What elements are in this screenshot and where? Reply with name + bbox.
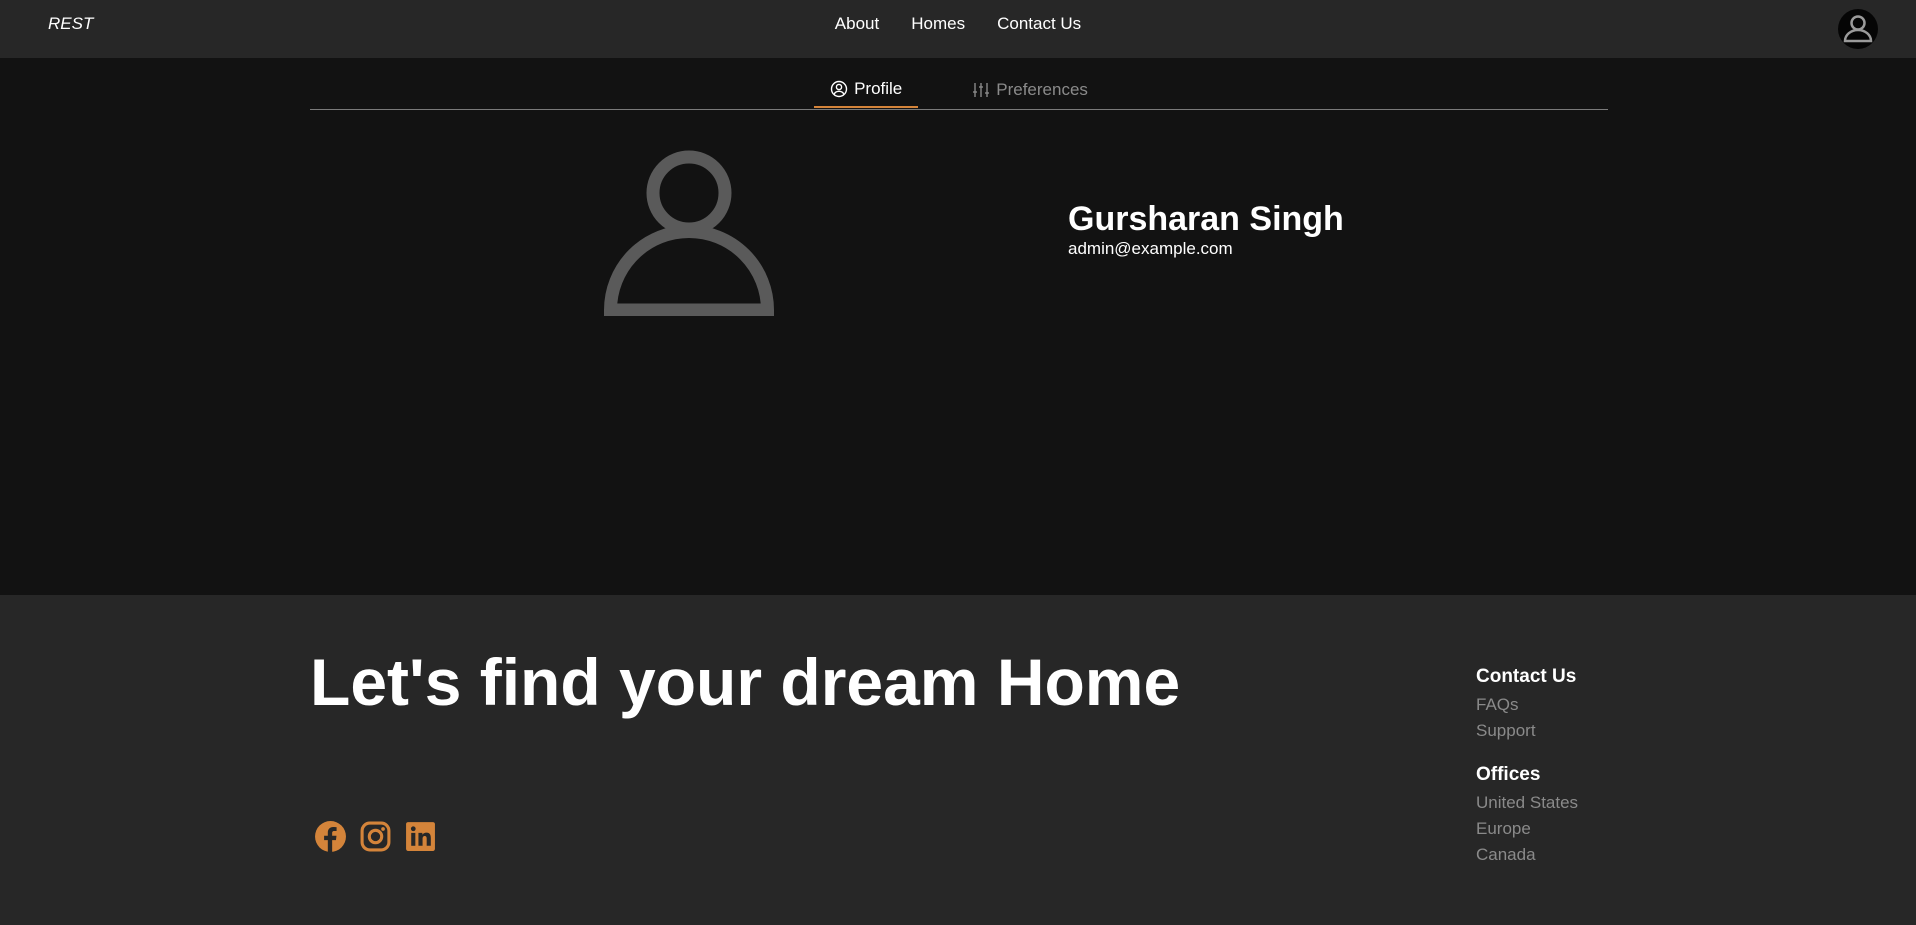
facebook-icon[interactable] xyxy=(314,820,347,853)
user-circle-icon xyxy=(830,80,848,98)
nav-link-about[interactable]: About xyxy=(835,14,879,34)
social-links xyxy=(314,820,437,853)
profile-name: Gursharan Singh xyxy=(1068,200,1344,238)
footer-offices-title: Offices xyxy=(1476,764,1541,785)
footer-link-faqs[interactable]: FAQs xyxy=(1476,692,1576,718)
nav-link-contact-us[interactable]: Contact Us xyxy=(997,14,1081,34)
footer-heading: Let's find your dream Home xyxy=(310,645,1181,719)
nav-link-homes[interactable]: Homes xyxy=(911,14,965,34)
user-circle-icon xyxy=(1843,15,1873,43)
footer-contact-column: Contact Us FAQs Support xyxy=(1476,666,1576,744)
linkedin-icon[interactable] xyxy=(404,820,437,853)
user-menu-button[interactable] xyxy=(1838,9,1878,49)
profile-email: admin@example.com xyxy=(1068,239,1233,258)
footer-link-canada[interactable]: Canada xyxy=(1476,842,1578,868)
footer-link-europe[interactable]: Europe xyxy=(1476,816,1578,842)
user-icon xyxy=(604,150,774,316)
footer: Let's find your dream Home Contact Us FA… xyxy=(0,595,1916,925)
sliders-icon xyxy=(973,83,990,97)
tab-label: Preferences xyxy=(996,80,1088,99)
footer-offices-column: Offices United States Europe Canada xyxy=(1476,764,1578,868)
tab-profile[interactable]: Profile xyxy=(814,72,919,108)
profile-tabs: Profile Preferences xyxy=(310,72,1608,110)
tab-label: Profile xyxy=(854,79,903,98)
footer-link-support[interactable]: Support xyxy=(1476,718,1576,744)
footer-contact-title: Contact Us xyxy=(1476,666,1577,687)
footer-link-united-states[interactable]: United States xyxy=(1476,790,1578,816)
tab-preferences[interactable]: Preferences xyxy=(956,72,1104,108)
main-nav: About Homes Contact Us xyxy=(0,14,1916,34)
instagram-icon[interactable] xyxy=(359,820,392,853)
top-navbar: REST About Homes Contact Us xyxy=(0,0,1916,58)
